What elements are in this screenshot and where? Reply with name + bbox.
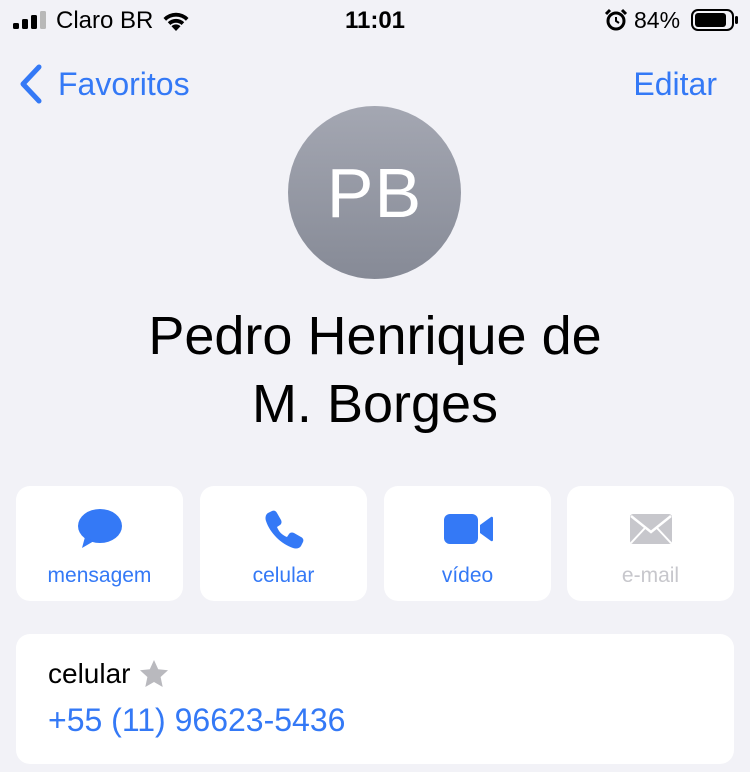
message-button[interactable]: mensagem [16, 486, 183, 601]
avatar: PB [288, 106, 461, 279]
action-buttons: mensagem celular vídeo e-mail [16, 486, 734, 601]
battery-percentage: 84% [634, 7, 681, 33]
video-button[interactable]: vídeo [384, 486, 551, 601]
back-button[interactable]: Favoritos [18, 64, 190, 104]
call-button-label: celular [252, 564, 315, 587]
phone-type-label: celular [48, 658, 131, 689]
edit-button[interactable]: Editar [633, 64, 717, 104]
battery-icon [691, 9, 738, 31]
contact-name-line2: M. Borges [251, 374, 499, 434]
back-button-label: Favoritos [58, 65, 190, 102]
call-button[interactable]: celular [200, 486, 367, 601]
alarm-icon [604, 8, 628, 31]
video-icon [443, 514, 493, 544]
phone-icon [265, 510, 303, 549]
message-button-label: mensagem [47, 564, 152, 587]
avatar-initials: PB [326, 153, 423, 232]
phone-type-row: celular [48, 658, 170, 690]
chevron-left-icon [20, 64, 42, 104]
contact-name: Pedro Henrique de M. Borges [0, 302, 750, 438]
mail-icon [629, 514, 672, 544]
status-bar: Claro BR 11:01 84% [0, 0, 750, 44]
contact-name-line1: Pedro Henrique de [148, 306, 602, 366]
phone-card: celular +55 (11) 96623-5436 [16, 634, 734, 764]
star-icon [140, 660, 169, 687]
video-button-label: vídeo [441, 564, 494, 587]
email-button-label: e-mail [621, 564, 680, 587]
phone-number-link[interactable]: +55 (11) 96623-5436 [48, 702, 345, 739]
message-icon [77, 509, 122, 548]
email-button[interactable]: e-mail [567, 486, 734, 601]
